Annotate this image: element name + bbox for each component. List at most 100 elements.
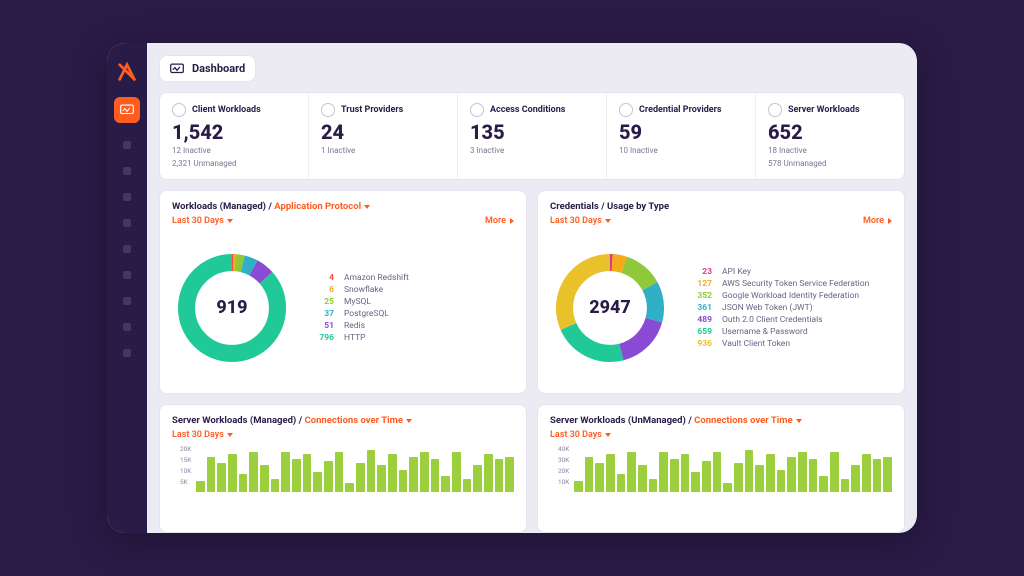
bar — [574, 481, 583, 492]
bar — [388, 454, 397, 491]
bar — [659, 452, 668, 492]
sidebar-item-placeholder[interactable] — [123, 297, 131, 305]
donut-center-value: 2947 — [550, 248, 670, 368]
bar — [377, 465, 386, 491]
sidebar-item-placeholder[interactable] — [123, 323, 131, 331]
stat-value: 24 — [321, 121, 445, 143]
legend-row: 4 Amazon Redshift — [306, 273, 409, 283]
legend-value: 352 — [684, 291, 712, 301]
y-tick: 20K — [558, 467, 569, 475]
more-link[interactable]: More — [485, 216, 514, 226]
bar — [851, 465, 860, 491]
legend-value: 936 — [684, 339, 712, 349]
bar — [441, 476, 450, 491]
bar — [798, 452, 807, 492]
bar — [313, 472, 322, 492]
legend-row: 37PostgreSQL — [306, 309, 409, 319]
chevron-down-icon — [406, 419, 412, 423]
card-server-managed-connections: Server Workloads (Managed) / Connections… — [159, 404, 527, 533]
card-title: Credentials / Usage by Type — [550, 201, 892, 212]
legend-value: 361 — [684, 303, 712, 313]
bar — [345, 483, 354, 492]
period-selector[interactable]: Last 30 Days — [172, 216, 233, 226]
stat-sub: 12 Inactive — [172, 145, 296, 156]
chevron-down-icon — [796, 419, 802, 423]
legend-label: Google Workload Identity Federation — [722, 291, 859, 301]
stat-icon — [321, 103, 335, 117]
bar — [335, 452, 344, 492]
sidebar-item-placeholder[interactable] — [123, 245, 131, 253]
y-tick: 10K — [558, 478, 569, 486]
chevron-right-icon — [510, 218, 514, 224]
card-title: Server Workloads (Managed) / Connections… — [172, 415, 514, 426]
legend-row: 352 Google Workload Identity Federation — [684, 291, 869, 301]
stat-tile[interactable]: Trust Providers 24 1 Inactive — [309, 93, 458, 179]
bar — [638, 465, 647, 491]
more-link[interactable]: More — [863, 216, 892, 226]
bar — [399, 470, 408, 492]
sidebar-item-placeholder[interactable] — [123, 141, 131, 149]
stat-icon — [619, 103, 633, 117]
legend-value: 4 — [306, 273, 334, 283]
period-selector[interactable]: Last 30 Days — [550, 216, 611, 226]
legend-label: Amazon Redshift — [344, 273, 409, 283]
bar — [249, 452, 258, 492]
sidebar-item-placeholder[interactable] — [123, 271, 131, 279]
legend: 4 Amazon Redshift 6 Snowflake 25 MySQL 37Postg… — [306, 273, 409, 343]
bar — [239, 474, 248, 492]
y-axis: 40K30K20K10K — [558, 445, 569, 486]
legend-value: 25 — [306, 297, 334, 307]
bar — [585, 457, 594, 492]
legend-row: 796HTTP — [306, 333, 409, 343]
card-filter[interactable]: Connections over Time — [305, 415, 413, 426]
stat-value: 135 — [470, 121, 594, 143]
period-selector[interactable]: Last 30 Days — [172, 430, 233, 440]
chevron-down-icon — [227, 433, 233, 437]
legend-label: Snowflake — [344, 285, 383, 295]
bar — [745, 450, 754, 492]
legend-label: MySQL — [344, 297, 371, 307]
stat-tile[interactable]: Access Conditions 135 3 Inactive — [458, 93, 607, 179]
period-selector[interactable]: Last 30 Days — [550, 430, 611, 440]
legend-value: 6 — [306, 285, 334, 295]
stat-tile[interactable]: Client Workloads 1,542 12 Inactive 2,321… — [160, 93, 309, 179]
card-filter[interactable]: Connections over Time — [694, 415, 802, 426]
stats-row: Client Workloads 1,542 12 Inactive 2,321… — [159, 92, 905, 180]
legend-value: 127 — [684, 279, 712, 289]
legend-row: 127AWS Security Token Service Federation — [684, 279, 869, 289]
activity-icon — [170, 63, 184, 75]
stat-icon — [172, 103, 186, 117]
y-tick: 20K — [180, 445, 191, 453]
sidebar-item-placeholder[interactable] — [123, 193, 131, 201]
legend-label: HTTP — [344, 333, 366, 343]
bar — [734, 463, 743, 492]
donut-center-value: 919 — [172, 248, 292, 368]
bar — [495, 459, 504, 492]
brand-logo-icon — [116, 61, 138, 83]
bar — [228, 454, 237, 491]
sidebar-item-placeholder[interactable] — [123, 349, 131, 357]
sidebar-item-dashboard[interactable] — [114, 97, 140, 123]
bar — [819, 476, 828, 491]
legend-label: Username & Password — [722, 327, 808, 337]
bar — [463, 479, 472, 492]
bar — [356, 463, 365, 492]
legend-label: JSON Web Token (JWT) — [722, 303, 813, 313]
sidebar-item-placeholder[interactable] — [123, 167, 131, 175]
legend-row: 6 Snowflake — [306, 285, 409, 295]
bar — [484, 454, 493, 491]
legend-value: 659 — [684, 327, 712, 337]
card-title: Workloads (Managed) / Application Protoc… — [172, 201, 514, 212]
sidebar-item-placeholder[interactable] — [123, 219, 131, 227]
y-tick: 40K — [558, 445, 569, 453]
sidebar — [107, 43, 147, 533]
stat-tile[interactable]: Server Workloads 652 18 Inactive 578 Unm… — [756, 93, 904, 179]
bar — [505, 457, 514, 492]
bar-chart — [574, 448, 892, 492]
main-content: Dashboard Client Workloads 1,542 12 Inac… — [147, 43, 917, 533]
stat-tile[interactable]: Credential Providers 59 10 Inactive — [607, 93, 756, 179]
breadcrumb[interactable]: Dashboard — [159, 55, 256, 82]
y-tick: 10K — [180, 467, 191, 475]
y-tick: 5K — [180, 478, 191, 486]
card-filter[interactable]: Application Protocol — [274, 201, 370, 212]
